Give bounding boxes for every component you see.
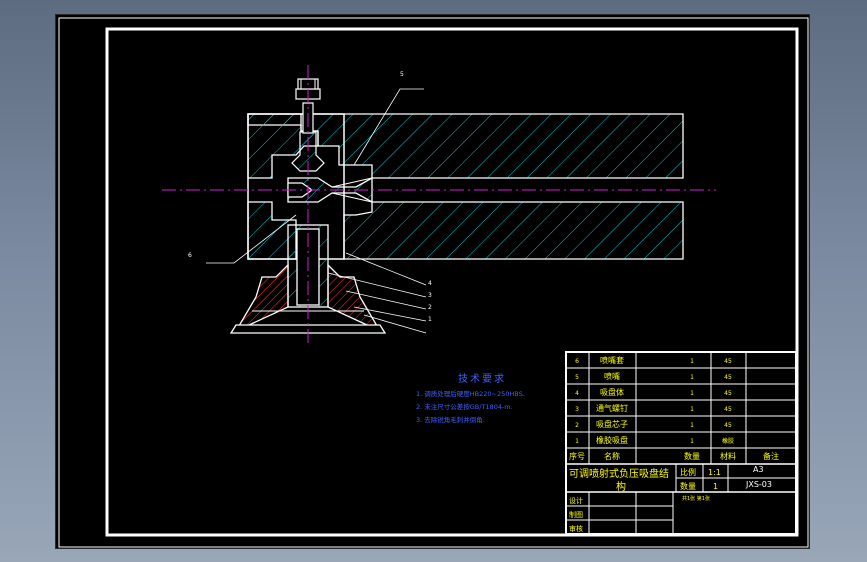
table-cell: 45 bbox=[724, 358, 732, 365]
table-cell: 2 bbox=[575, 422, 579, 429]
table-header-cell: 备注 bbox=[763, 451, 779, 461]
tech-requirements-title: 技术要求 bbox=[458, 372, 506, 385]
cad-viewport[interactable]: 5 6 4 3 2 1 技术要求 1. 调质处理后硬度HB220~250HBS.… bbox=[55, 14, 810, 549]
leader-number: 6 bbox=[188, 252, 192, 259]
table-cell: 45 bbox=[724, 406, 732, 413]
reviewer-label: 审核 bbox=[569, 524, 583, 533]
table-header-cell: 材料 bbox=[720, 451, 736, 461]
leader-number: 4 bbox=[428, 280, 432, 287]
table-cell: 1 bbox=[690, 406, 694, 413]
table-cell: 吸盘体 bbox=[600, 387, 624, 397]
section-view: 5 6 4 3 2 1 bbox=[162, 65, 716, 347]
scale-label: 比例 bbox=[680, 467, 696, 477]
scale-value: 1:1 bbox=[708, 468, 721, 477]
drawing-title: 构 bbox=[616, 480, 626, 493]
parts-list-rows: 6 喷嘴套 1 45 5 喷嘴 1 45 4 吸盘体 1 45 3 通气螺钉 1 45 2 吸盘芯子 1 45 1 橡胶吸… bbox=[566, 352, 796, 465]
table-cell: 橡胶 bbox=[722, 437, 734, 445]
table-cell: 4 bbox=[575, 390, 579, 397]
qty-label: 数量 bbox=[680, 481, 696, 491]
sheet-size: A3 bbox=[753, 465, 764, 474]
tech-requirement-item: 1. 调质处理后硬度HB220~250HBS. bbox=[416, 389, 525, 398]
checker-label: 制图 bbox=[569, 510, 583, 519]
leader-number: 5 bbox=[400, 71, 404, 78]
table-cell: 通气螺钉 bbox=[596, 403, 628, 413]
table-cell: 喷嘴套 bbox=[600, 355, 624, 365]
table-cell: 1 bbox=[690, 390, 694, 397]
tech-requirement-item: 3. 去除锐角毛刺并倒角. bbox=[416, 415, 485, 424]
table-cell: 1 bbox=[690, 374, 694, 381]
drawing-number: JXS-03 bbox=[745, 480, 772, 489]
qty-value: 1 bbox=[713, 482, 718, 491]
table-cell: 1 bbox=[690, 438, 694, 445]
table-header-cell: 序号 bbox=[569, 451, 585, 461]
table-cell: 3 bbox=[575, 406, 579, 413]
cad-drawing: 5 6 4 3 2 1 技术要求 1. 调质处理后硬度HB220~250HBS.… bbox=[58, 17, 809, 548]
table-header-cell: 数量 bbox=[684, 451, 700, 461]
body-lower bbox=[343, 201, 684, 260]
leader-number: 2 bbox=[428, 304, 432, 311]
leader-number: 1 bbox=[428, 316, 432, 323]
table-cell: 1 bbox=[575, 438, 579, 445]
drawing-title: 可调喷射式负压吸盘结 bbox=[569, 467, 669, 480]
tech-requirement-item: 2. 未注尺寸公差按GB/T1804-m. bbox=[416, 402, 513, 411]
table-cell: 6 bbox=[575, 358, 579, 365]
rubber-cup bbox=[234, 263, 289, 333]
table-header-cell: 名称 bbox=[604, 451, 620, 461]
table-cell: 1 bbox=[690, 422, 694, 429]
table-cell: 45 bbox=[724, 422, 732, 429]
tech-requirements: 技术要求 1. 调质处理后硬度HB220~250HBS. 2. 未注尺寸公差按G… bbox=[416, 372, 525, 424]
table-cell: 吸盘芯子 bbox=[596, 419, 628, 429]
table-cell: 5 bbox=[575, 374, 579, 381]
table-cell: 橡胶吸盘 bbox=[596, 435, 628, 445]
sheet-note: 共1张 第1张 bbox=[682, 495, 710, 502]
table-cell: 45 bbox=[724, 374, 732, 381]
table-cell: 喷嘴 bbox=[604, 371, 620, 381]
leader-number: 3 bbox=[428, 292, 432, 299]
table-cell: 45 bbox=[724, 390, 732, 397]
table-cell: 1 bbox=[690, 358, 694, 365]
designer-label: 设计 bbox=[569, 496, 583, 505]
title-block: 可调喷射式负压吸盘结 构 比例 1:1 数量 1 A3 JXS-03 设计 制图… bbox=[566, 463, 796, 534]
